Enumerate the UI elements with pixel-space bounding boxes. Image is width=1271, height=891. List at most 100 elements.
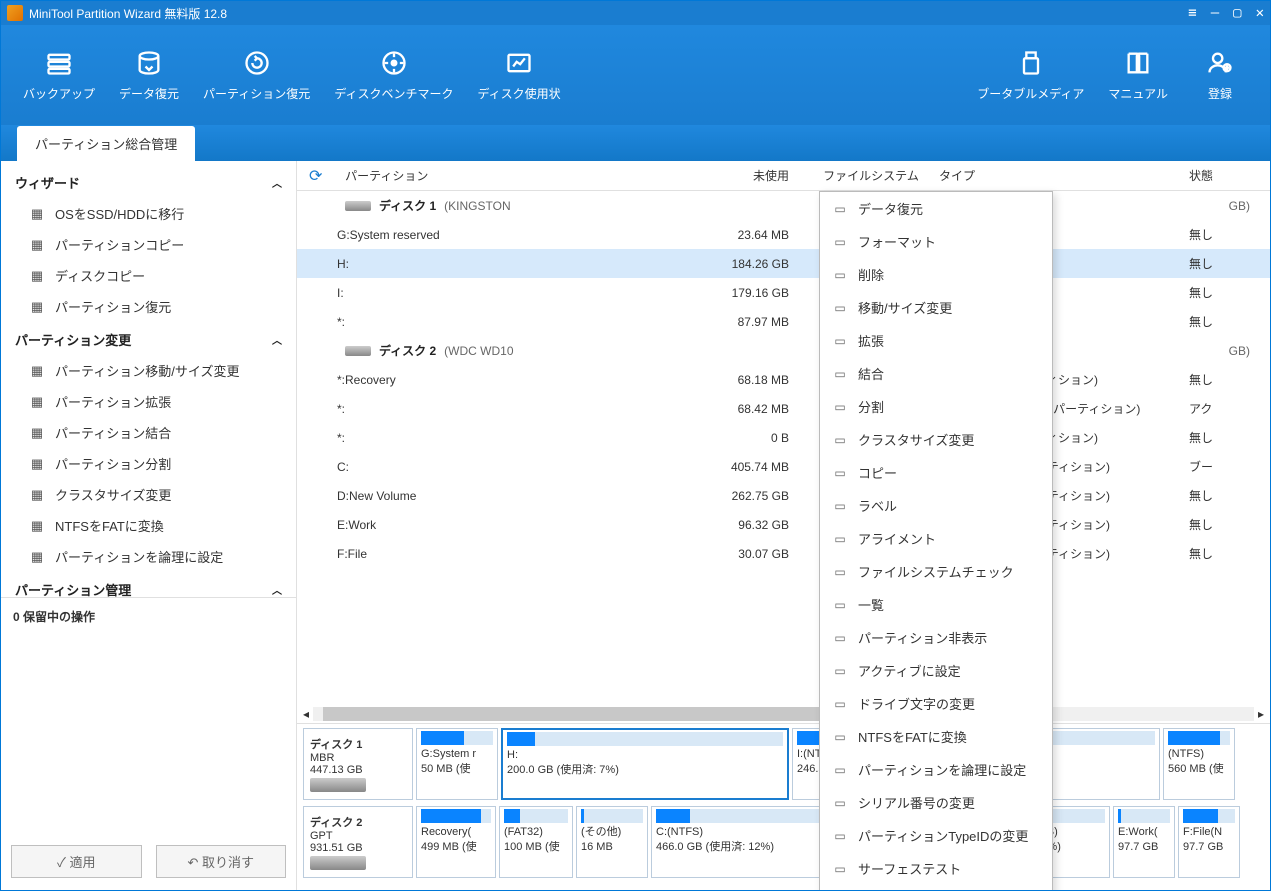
col-status[interactable]: 状態 [1189,167,1219,184]
context-menu-item[interactable]: ▭一覧 [820,588,1052,621]
diskmap-partition[interactable]: F:File(N97.7 GB [1178,806,1240,878]
disk-icon [345,201,371,211]
partition-row[interactable]: *: 87.97 MB NTFS プライマリ 無し [297,307,1270,336]
app-icon [7,5,23,21]
titlebar[interactable]: MiniTool Partition Wizard 無料版 12.8 ≡ — ▢… [1,1,1270,25]
context-menu-item[interactable]: ▭データ復元 [820,192,1052,225]
action-icon: ▦ [29,487,45,503]
sidebar-item[interactable]: ▦パーティション拡張 [1,386,296,417]
action-icon: ▦ [29,518,45,534]
context-menu-item[interactable]: ▭NTFSをFATに変換 [820,720,1052,753]
sidebar-item[interactable]: ▦パーティションコピー [1,229,296,260]
sidebar-item[interactable]: ▦パーティション復元 [1,291,296,322]
diskmap-partition[interactable]: (FAT32)100 MB (使 [499,806,573,878]
maximize-button[interactable]: ▢ [1233,5,1241,21]
minimize-button[interactable]: — [1211,5,1219,21]
disk-header-row[interactable]: ディスク 1(KINGSTONGB) [297,191,1270,220]
apply-button[interactable]: ✓ 適用 [11,845,142,878]
diskmap-partition[interactable]: E:Work(97.7 GB [1113,806,1175,878]
toolbar-backup[interactable]: バックアップ [11,43,107,108]
action-icon: ▦ [29,425,45,441]
toolbar-benchmark[interactable]: ディスクベンチマーク [322,43,465,108]
context-menu-item[interactable]: ▭コピー [820,456,1052,489]
context-menu-item[interactable]: ▭拡張 [820,324,1052,357]
menu-item-icon: ▭ [832,597,848,613]
sidebar-item[interactable]: ▦パーティション結合 [1,417,296,448]
sidebar-item[interactable]: ▦ディスクコピー [1,260,296,291]
toolbar-register[interactable]: 登録 [1180,43,1260,108]
partition-row[interactable]: I: 179.16 GB NTFS プライマリ 無し [297,278,1270,307]
partition-row[interactable]: E:Work 96.32 GB NTFS GPT (データパーティション) 無し [297,510,1270,539]
context-menu-item[interactable]: ▭ドライブ文字の変更 [820,687,1052,720]
col-type[interactable]: タイプ [939,167,1189,184]
toolbar-label: ブータブルメディア [977,85,1084,102]
sidebar-item[interactable]: ▦パーティションを論理に設定 [1,541,296,572]
toolbar-partition-recovery[interactable]: パーティション復元 [191,43,322,108]
partition-row[interactable]: C: 405.74 MB NTFS GPT (データパーティション) ブー [297,452,1270,481]
partition-row[interactable]: H: 184.26 GB NTFS プライマリ 無し [297,249,1270,278]
sidebar-item[interactable]: ▦OSをSSD/HDDに移行 [1,198,296,229]
col-unused[interactable]: 未使用 [719,167,809,184]
context-menu-item[interactable]: ▭ファイルシステムチェック [820,555,1052,588]
sidebar-item-label: パーティション分割 [55,454,171,473]
context-menu-item[interactable]: ▭クラスタサイズ変更 [820,423,1052,456]
horizontal-scrollbar[interactable]: ◂ ▸ [297,705,1270,723]
context-menu-item[interactable]: ▭アクティブに設定 [820,654,1052,687]
diskmap-label[interactable]: ディスク 2GPT931.51 GB [303,806,413,878]
toolbar-manual[interactable]: マニュアル [1096,43,1180,108]
scroll-left-icon[interactable]: ◂ [303,707,309,721]
context-menu-item[interactable]: ▭サーフェステスト [820,852,1052,885]
disk-header-row[interactable]: ディスク 2(WDC WD10GB) [297,336,1270,365]
sidebar-item[interactable]: ▦クラスタサイズ変更 [1,479,296,510]
context-menu-item[interactable]: ▭パーティション非表示 [820,621,1052,654]
backup-icon [45,49,73,77]
toolbar-disk-usage[interactable]: ディスク使用状 [465,43,572,108]
context-menu-item[interactable]: ▭ラベル [820,489,1052,522]
sidebar-item-label: パーティション移動/サイズ変更 [55,361,239,380]
context-menu-item[interactable]: ▭結合 [820,357,1052,390]
sidebar-group-header[interactable]: パーティション変更︿ [1,322,296,355]
disk-icon [345,346,371,356]
menu-icon[interactable]: ≡ [1188,5,1196,21]
diskmap-partition[interactable]: (その他)16 MB [576,806,648,878]
menu-item-label: 分割 [858,397,884,416]
diskmap-partition[interactable]: Recovery(499 MB (使 [416,806,496,878]
sidebar-item[interactable]: ▦パーティション分割 [1,448,296,479]
menu-item-label: フォーマット [858,232,936,251]
sidebar-item[interactable]: ▦NTFSをFATに変換 [1,510,296,541]
partition-row[interactable]: F:File 30.07 GB NTFS GPT (データパーティション) 無し [297,539,1270,568]
sidebar-group-header[interactable]: ウィザード︿ [1,165,296,198]
partition-row[interactable]: *: 68.42 MB FAT32 GPT (EFIシステムパーティション) ア… [297,394,1270,423]
undo-button[interactable]: ↶ 取り消す [156,845,287,878]
refresh-icon[interactable]: ⟳ [309,166,322,186]
col-filesystem[interactable]: ファイルシステム [809,167,939,184]
toolbar-bootable-media[interactable]: ブータブルメディア [965,43,1096,108]
partition-row[interactable]: D:New Volume 262.75 GB NTFS GPT (データパーティ… [297,481,1270,510]
diskmap-label[interactable]: ディスク 1MBR447.13 GB [303,728,413,800]
context-menu-item[interactable]: ▭パーティション抹消 [820,885,1052,890]
toolbar-data-recovery[interactable]: データ復元 [107,43,191,108]
close-button[interactable]: ✕ [1256,5,1264,21]
context-menu-item[interactable]: ▭削除 [820,258,1052,291]
partition-row[interactable]: *:Recovery 68.18 MB NTFS GPT (復元パーティション)… [297,365,1270,394]
context-menu-item[interactable]: ▭パーティションを論理に設定 [820,753,1052,786]
diskmap-partition[interactable]: H:200.0 GB (使用済: 7%) [501,728,789,800]
pending-operations: 0 保留中の操作 [11,604,286,635]
tab-partition-manager[interactable]: パーティション総合管理 [17,126,195,161]
partition-row[interactable]: G:System reserved 23.64 MB NTFS プライマリ 無し [297,220,1270,249]
sidebar-item[interactable]: ▦パーティション移動/サイズ変更 [1,355,296,386]
diskmap-partition[interactable]: G:System r50 MB (使 [416,728,498,800]
diskmap-partition[interactable]: (NTFS)560 MB (使 [1163,728,1235,800]
context-menu-item[interactable]: ▭移動/サイズ変更 [820,291,1052,324]
menu-item-label: ラベル [858,496,897,515]
toolbar-label: ディスク使用状 [477,85,560,102]
context-menu-item[interactable]: ▭フォーマット [820,225,1052,258]
context-menu-item[interactable]: ▭アライメント [820,522,1052,555]
context-menu-item[interactable]: ▭分割 [820,390,1052,423]
col-partition[interactable]: パーティション [345,167,428,184]
context-menu-item[interactable]: ▭シリアル番号の変更 [820,786,1052,819]
context-menu-item[interactable]: ▭パーティションTypeIDの変更 [820,819,1052,852]
partition-row[interactable]: *: 0 B その他 GPT (予約パーティション) 無し [297,423,1270,452]
scroll-right-icon[interactable]: ▸ [1258,707,1264,721]
sidebar-group-header[interactable]: パーティション管理︿ [1,572,296,597]
